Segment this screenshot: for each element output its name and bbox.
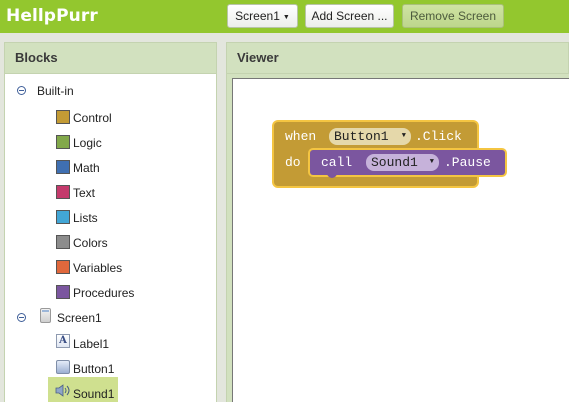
category-swatch-icon xyxy=(56,160,70,174)
call-keyword: call xyxy=(321,155,353,170)
tree-item-button1[interactable]: Button1 xyxy=(73,359,114,379)
category-swatch-icon xyxy=(56,110,70,124)
tree-item-text[interactable]: Text xyxy=(73,183,95,203)
screen-icon xyxy=(40,308,51,323)
event-component-value: Button1 xyxy=(334,129,389,144)
when-keyword: when xyxy=(285,129,317,144)
tree-item-control[interactable]: Control xyxy=(73,108,112,128)
collapse-screen1-icon[interactable] xyxy=(17,313,26,322)
remove-screen-button[interactable]: Remove Screen xyxy=(402,4,504,28)
event-name: .Click xyxy=(415,129,462,144)
tree-item-math[interactable]: Math xyxy=(73,158,100,178)
top-bar: HellpPurr Screen1 ▼ Add Screen ... Remove… xyxy=(0,0,569,33)
tree-item-lists[interactable]: Lists xyxy=(73,208,98,228)
dropdown-arrow-icon: ▼ xyxy=(429,158,434,166)
do-keyword: do xyxy=(285,155,301,170)
app-title: HellpPurr xyxy=(6,6,98,26)
screen-selector-label: Screen1 xyxy=(235,9,280,23)
collapse-builtin-icon[interactable] xyxy=(17,86,26,95)
chevron-down-icon: ▼ xyxy=(282,14,290,21)
category-swatch-icon xyxy=(56,260,70,274)
category-swatch-icon xyxy=(56,135,70,149)
label-icon: A xyxy=(56,334,70,348)
category-swatch-icon xyxy=(56,185,70,199)
speaker-icon xyxy=(55,384,70,397)
call-component-dropdown[interactable]: Sound1 ▼ xyxy=(366,154,439,171)
tree-item-screen1[interactable]: Screen1 xyxy=(57,308,102,328)
tree-item-procedures[interactable]: Procedures xyxy=(73,283,134,303)
category-swatch-icon xyxy=(56,210,70,224)
tree-item-builtin[interactable]: Built-in xyxy=(37,81,74,101)
tree-item-logic[interactable]: Logic xyxy=(73,133,102,153)
button-icon xyxy=(56,360,70,374)
method-name: .Pause xyxy=(444,155,491,170)
tree-item-variables[interactable]: Variables xyxy=(73,258,122,278)
call-component-value: Sound1 xyxy=(371,155,418,170)
add-screen-button[interactable]: Add Screen ... xyxy=(305,4,394,28)
viewer-panel-title: Viewer xyxy=(226,42,569,74)
tree-item-label1[interactable]: Label1 xyxy=(73,334,109,354)
dropdown-arrow-icon: ▼ xyxy=(401,132,406,140)
tree-item-colors[interactable]: Colors xyxy=(73,233,108,253)
screen-selector-button[interactable]: Screen1 ▼ xyxy=(227,4,298,28)
blocks-panel-title: Blocks xyxy=(4,42,217,74)
tree-item-sound1[interactable]: Sound1 xyxy=(73,384,114,402)
event-component-dropdown[interactable]: Button1 ▼ xyxy=(329,128,411,145)
category-swatch-icon xyxy=(56,285,70,299)
category-swatch-icon xyxy=(56,235,70,249)
